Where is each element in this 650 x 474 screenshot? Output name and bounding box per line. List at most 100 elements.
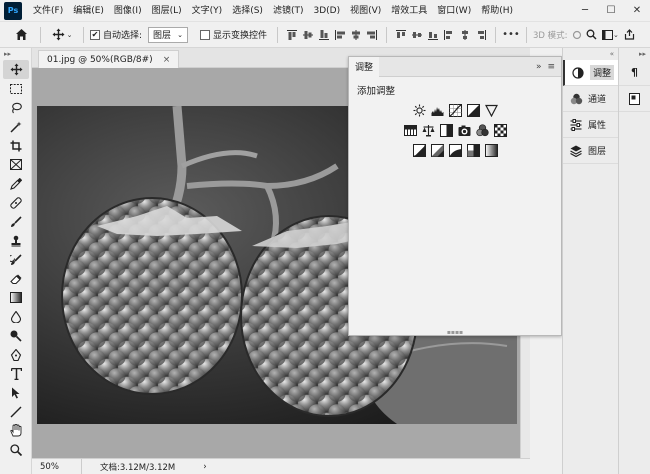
type-tool-icon[interactable]: [3, 364, 29, 383]
menu-help[interactable]: 帮助(H): [476, 0, 518, 22]
posterize-icon[interactable]: [430, 143, 444, 157]
minimize-button[interactable]: ─: [572, 0, 598, 20]
menu-filter[interactable]: 滤镜(T): [268, 0, 309, 22]
frame-icon[interactable]: [3, 155, 29, 174]
levels-icon[interactable]: [430, 103, 444, 117]
menu-plugins[interactable]: 增效工具: [386, 0, 432, 22]
home-icon[interactable]: [8, 25, 34, 45]
menu-view[interactable]: 视图(V): [345, 0, 386, 22]
color-balance-icon[interactable]: [421, 123, 435, 137]
dock-character-style-button[interactable]: [619, 86, 650, 112]
distribute-center-icon[interactable]: [410, 28, 424, 42]
path-selection-icon[interactable]: [3, 383, 29, 402]
brush-icon[interactable]: [3, 212, 29, 231]
share-icon[interactable]: [621, 25, 637, 45]
brightness-contrast-icon[interactable]: [412, 103, 426, 117]
move-tool-icon[interactable]: [3, 60, 29, 79]
auto-select-target-select[interactable]: 图层 ⌄: [148, 26, 188, 43]
menu-file[interactable]: 文件(F): [28, 0, 68, 22]
dock-secondary-collapse-toggle[interactable]: ▸▸: [619, 48, 650, 60]
distribute-right-icon[interactable]: [474, 28, 488, 42]
3d-rotate-icon[interactable]: [571, 25, 583, 45]
divider: [40, 26, 41, 43]
search-icon[interactable]: [583, 25, 599, 45]
distribute-bottom-icon[interactable]: [426, 28, 440, 42]
history-brush-icon[interactable]: [3, 250, 29, 269]
exposure-icon[interactable]: [466, 103, 480, 117]
divider: [385, 26, 387, 43]
chevron-down-icon: ⌄: [177, 30, 183, 39]
dock-layers-button[interactable]: 图层: [563, 138, 618, 164]
menu-select[interactable]: 选择(S): [227, 0, 268, 22]
distribute-top-icon[interactable]: [394, 28, 408, 42]
dock-properties-button[interactable]: 属性: [563, 112, 618, 138]
align-vertical-center-icon[interactable]: [301, 28, 315, 42]
clone-stamp-icon[interactable]: [3, 231, 29, 250]
blur-icon[interactable]: [3, 307, 29, 326]
gradient-icon[interactable]: [3, 288, 29, 307]
panel-menu-icon[interactable]: ≡: [547, 62, 555, 72]
close-document-icon[interactable]: ×: [163, 55, 171, 65]
color-lookup-icon[interactable]: [493, 123, 507, 137]
magic-wand-icon[interactable]: [3, 117, 29, 136]
document-tab[interactable]: 01.jpg @ 50%(RGB/8#) ×: [38, 50, 180, 68]
panel-resize-grip[interactable]: ▪▪▪▪: [349, 329, 561, 336]
selective-color-icon[interactable]: [466, 143, 480, 157]
zoom-level-field[interactable]: 50%: [32, 459, 82, 474]
distribute-left-icon[interactable]: [442, 28, 456, 42]
invert-icon[interactable]: [412, 143, 426, 157]
lasso-icon[interactable]: [3, 98, 29, 117]
gradient-map-icon[interactable]: [484, 143, 498, 157]
show-transform-checkbox[interactable]: [199, 29, 210, 40]
align-top-icon[interactable]: [285, 28, 299, 42]
collapse-panel-icon[interactable]: »: [536, 62, 542, 72]
black-white-icon[interactable]: [439, 123, 453, 137]
workspace-icon[interactable]: ⌄: [599, 25, 621, 45]
maximize-button[interactable]: ☐: [598, 0, 624, 20]
channel-mixer-icon[interactable]: [475, 123, 489, 137]
dock-paragraph-button[interactable]: ¶: [619, 60, 650, 86]
healing-brush-icon[interactable]: [3, 193, 29, 212]
auto-select-checkbox[interactable]: ✔: [90, 29, 100, 40]
hand-icon[interactable]: [3, 421, 29, 440]
line-tool-icon[interactable]: [3, 402, 29, 421]
eraser-icon[interactable]: [3, 269, 29, 288]
dock-properties-label: 属性: [588, 121, 607, 131]
menu-window[interactable]: 窗口(W): [432, 0, 476, 22]
3d-mode-label: 3D 模式:: [532, 30, 568, 41]
dodge-icon[interactable]: [3, 326, 29, 345]
menu-type[interactable]: 文字(Y): [187, 0, 228, 22]
align-bottom-icon[interactable]: [317, 28, 331, 42]
align-left-icon[interactable]: [333, 28, 347, 42]
threshold-icon[interactable]: [448, 143, 462, 157]
menu-layer[interactable]: 图层(L): [147, 0, 187, 22]
close-window-button[interactable]: ✕: [624, 0, 650, 20]
dock-collapse-toggle[interactable]: «: [563, 48, 618, 60]
zoom-icon[interactable]: [3, 440, 29, 459]
photo-filter-icon[interactable]: [457, 123, 471, 137]
crop-icon[interactable]: [3, 136, 29, 155]
window-controls: ─ ☐ ✕: [572, 0, 650, 22]
distribute-hcenter-icon[interactable]: [458, 28, 472, 42]
menu-edit[interactable]: 编辑(E): [68, 0, 109, 22]
hue-saturation-icon[interactable]: [403, 123, 417, 137]
align-horizontal-center-icon[interactable]: [349, 28, 363, 42]
adjustments-panel-tab[interactable]: 调整: [349, 56, 380, 77]
more-options-button[interactable]: •••: [502, 25, 520, 45]
menu-3d[interactable]: 3D(D): [308, 0, 345, 22]
align-right-icon[interactable]: [365, 28, 379, 42]
move-tool-preset-icon[interactable]: ⌄: [47, 25, 77, 45]
character-style-icon: [628, 92, 642, 106]
pen-icon[interactable]: [3, 345, 29, 364]
dock-channels-button[interactable]: 通道: [563, 86, 618, 112]
info-menu-arrow[interactable]: ›: [203, 462, 206, 472]
vibrance-icon[interactable]: [484, 103, 498, 117]
menu-image[interactable]: 图像(I): [109, 0, 147, 22]
eyedropper-icon[interactable]: [3, 174, 29, 193]
dock-adjustments-button[interactable]: 调整: [563, 60, 618, 86]
dock-channels-label: 通道: [588, 95, 607, 105]
dock-adjustments-label: 调整: [590, 65, 615, 80]
curves-icon[interactable]: [448, 103, 462, 117]
toolbar-collapse-toggle[interactable]: ▸▸: [0, 48, 31, 60]
rectangular-marquee-icon[interactable]: [3, 79, 29, 98]
